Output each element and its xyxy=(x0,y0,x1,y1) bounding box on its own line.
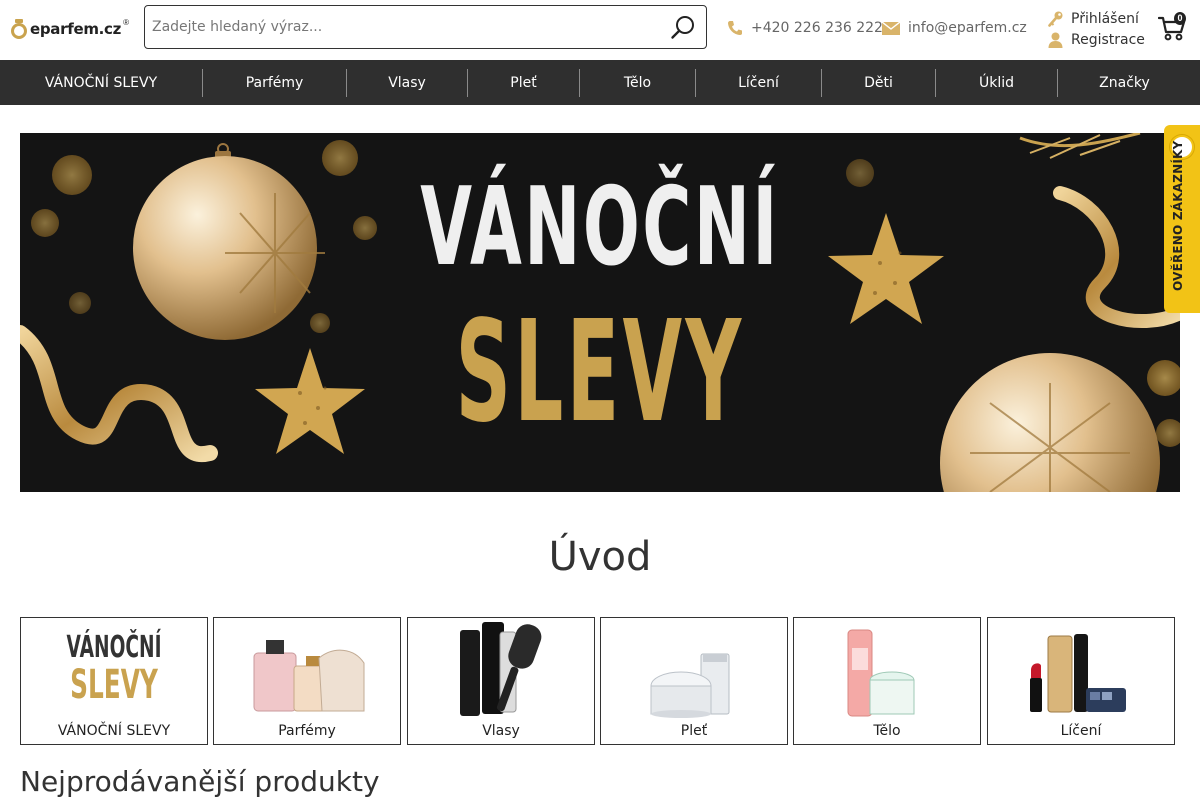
nav-label: Úklid xyxy=(978,74,1015,91)
nav-item-vanocni-slevy[interactable]: VÁNOČNÍ SLEVY xyxy=(0,60,202,105)
mail-icon xyxy=(882,21,900,35)
nav-item-deti[interactable]: Děti xyxy=(822,60,935,105)
hair-products-image xyxy=(460,622,542,716)
search-icon[interactable] xyxy=(670,15,696,41)
category-label: Líčení xyxy=(1060,723,1102,739)
nav-label: Pleť xyxy=(510,74,537,91)
category-card-plet[interactable]: Pleť xyxy=(600,617,788,745)
nav-item-uklid[interactable]: Úklid xyxy=(936,60,1057,105)
register-label: Registrace xyxy=(1071,31,1145,48)
phone-number: +420 226 236 222 xyxy=(751,20,883,36)
nav-item-plet[interactable]: Pleť xyxy=(468,60,579,105)
section-title-intro: Úvod xyxy=(548,534,652,580)
category-label: Vlasy xyxy=(482,723,520,739)
search-box xyxy=(144,5,707,49)
category-thumb-sale: VÁNOČNÍ SLEVY xyxy=(21,630,207,708)
nav-label: Vlasy xyxy=(388,74,426,91)
phone-contact[interactable]: +420 226 236 222 xyxy=(727,19,883,37)
phone-icon xyxy=(728,21,742,35)
cart-count-badge: 0 xyxy=(1174,12,1186,25)
perfume-bottles-image xyxy=(253,640,365,712)
category-card-liceni[interactable]: Líčení xyxy=(987,617,1175,745)
account-links: Přihlášení Registrace xyxy=(1048,8,1158,50)
nav-item-liceni[interactable]: Líčení xyxy=(696,60,821,105)
nav-label: Značky xyxy=(1099,74,1150,91)
site-header: eparfem.cz ® +420 226 236 222 info@eparf… xyxy=(0,0,1200,60)
login-link[interactable]: Přihlášení xyxy=(1048,8,1158,29)
category-card-parfemy[interactable]: Parfémy xyxy=(213,617,401,745)
nav-label: VÁNOČNÍ SLEVY xyxy=(44,74,158,91)
banner-headline-2: SLEVY xyxy=(455,291,745,454)
category-card-vlasy[interactable]: Vlasy xyxy=(407,617,595,745)
body-care-image xyxy=(847,629,915,717)
email-address: info@eparfem.cz xyxy=(908,20,1027,36)
register-link[interactable]: Registrace xyxy=(1048,29,1158,50)
category-card-vanocni-slevy[interactable]: VÁNOČNÍ SLEVY VÁNOČNÍ SLEVY xyxy=(20,617,208,745)
category-label: Tělo xyxy=(873,723,901,739)
logo-text: eparfem.cz xyxy=(30,20,122,38)
verified-label: OVĚŘENO ZÁKAZNÍKY xyxy=(1171,140,1185,291)
nav-item-telo[interactable]: Tělo xyxy=(580,60,695,105)
category-label: VÁNOČNÍ SLEVY xyxy=(57,723,171,739)
nav-label: Děti xyxy=(864,74,893,91)
christmas-sale-banner[interactable]: VÁNOČNÍ SLEVY xyxy=(20,133,1180,492)
logo-registered-mark: ® xyxy=(123,18,129,27)
nav-label: Líčení xyxy=(738,74,779,91)
section-title-bestsellers: Nejprodávanější produkty xyxy=(20,765,380,798)
nav-item-parfemy[interactable]: Parfémy xyxy=(203,60,346,105)
category-grid: VÁNOČNÍ SLEVY VÁNOČNÍ SLEVY Parfémy Vlas… xyxy=(20,617,1175,745)
nav-label: Parfémy xyxy=(245,74,304,91)
banner-headline-1: VÁNOČNÍ xyxy=(420,165,780,290)
site-logo[interactable]: eparfem.cz ® xyxy=(10,16,129,42)
logo-mark-icon xyxy=(10,19,28,39)
category-card-telo[interactable]: Tělo xyxy=(793,617,981,745)
key-icon xyxy=(1048,11,1063,27)
search-input[interactable] xyxy=(152,6,652,48)
nav-label: Tělo xyxy=(623,74,652,91)
makeup-image xyxy=(1030,634,1126,713)
verified-by-customers-tab[interactable]: OVĚŘENO ZÁKAZNÍKY xyxy=(1164,125,1200,313)
nav-item-vlasy[interactable]: Vlasy xyxy=(347,60,467,105)
login-label: Přihlášení xyxy=(1071,10,1139,27)
thumb-line-1: VÁNOČNÍ xyxy=(66,630,162,665)
skincare-jars-image xyxy=(650,653,730,718)
email-contact[interactable]: info@eparfem.cz xyxy=(882,19,1027,37)
user-icon xyxy=(1048,32,1063,48)
thumb-line-2: SLEVY xyxy=(70,662,158,708)
nav-item-znacky[interactable]: Značky xyxy=(1058,60,1191,105)
category-label: Pleť xyxy=(680,723,708,739)
main-nav: VÁNOČNÍ SLEVY Parfémy Vlasy Pleť Tělo Lí… xyxy=(0,60,1200,105)
category-label: Parfémy xyxy=(278,723,336,739)
